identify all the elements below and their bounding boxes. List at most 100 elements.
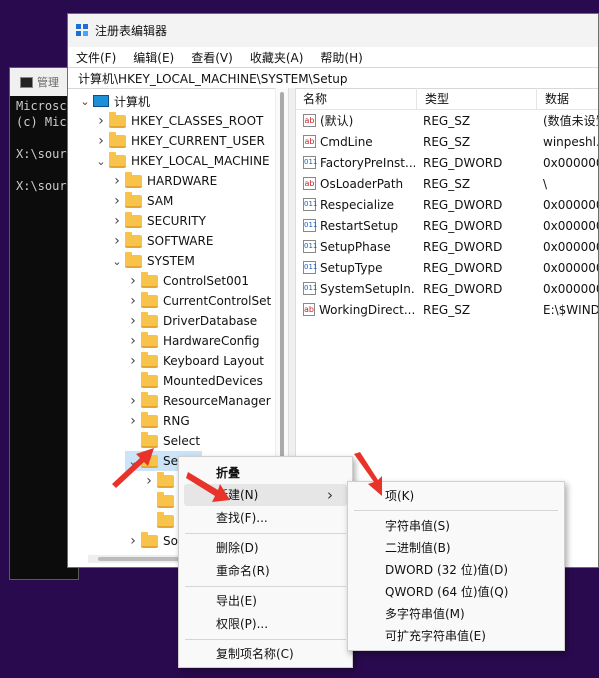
value-data: \ — [543, 176, 548, 191]
chevron-right-icon[interactable]: › — [125, 313, 141, 329]
tree-node[interactable] — [141, 511, 179, 531]
tree-node[interactable]: › SAM — [109, 191, 173, 211]
chevron-down-icon[interactable]: ⌄ — [77, 95, 93, 108]
tree-node[interactable]: › HARDWARE — [109, 171, 217, 191]
folder-icon — [141, 371, 158, 388]
chevron-right-icon[interactable]: › — [125, 293, 141, 309]
tree-node[interactable]: › CurrentControlSet — [125, 291, 271, 311]
menu-item-label: 字符串值(S) — [385, 518, 450, 533]
folder-icon — [141, 531, 158, 548]
chevron-right-icon[interactable]: › — [125, 353, 141, 369]
tree-node[interactable]: › SOFTWARE — [109, 231, 213, 251]
submenu-item[interactable]: DWORD (32 位)值(D) — [348, 558, 564, 580]
binary-value-icon: 011 — [303, 156, 317, 169]
tree-node[interactable]: › ResourceManager — [125, 391, 271, 411]
chevron-right-icon[interactable]: › — [93, 113, 109, 129]
title-bar[interactable]: 注册表编辑器 — [68, 14, 598, 47]
chevron-right-icon[interactable]: › — [125, 393, 141, 409]
column-header-data[interactable]: 数据 — [537, 88, 598, 109]
context-menu-item[interactable]: 导出(E) — [179, 590, 352, 612]
menu-item[interactable]: 查看(V) — [191, 49, 233, 66]
value-row[interactable]: 011RestartSetup REG_DWORD 0x0000000 — [295, 215, 598, 236]
tree-node[interactable]: ⌄ SYSTEM — [109, 251, 195, 271]
context-menu-item[interactable]: 重命名(R) — [179, 559, 352, 581]
menu-item-label: 多字符串值(M) — [385, 606, 465, 621]
value-row[interactable]: ab CmdLine REG_SZ winpeshl.e — [295, 131, 598, 152]
tree-node-label: HKEY_CLASSES_ROOT — [131, 114, 264, 128]
tree-node[interactable]: › SECURITY — [109, 211, 206, 231]
chevron-right-icon[interactable]: › — [125, 273, 141, 289]
context-menu-item[interactable]: 删除(D) — [179, 537, 352, 559]
value-row[interactable]: 011SystemSetupIn... REG_DWORD 0x0000000 — [295, 278, 598, 299]
value-row[interactable]: ab (默认) REG_SZ (数值未设置 — [295, 110, 598, 131]
tree-node[interactable] — [141, 491, 179, 511]
value-type: REG_SZ — [423, 302, 471, 317]
menu-item-label: 可扩充字符串值(E) — [385, 628, 486, 643]
menu-item[interactable]: 文件(F) — [76, 49, 116, 66]
tree-node-label: ResourceManager — [163, 394, 271, 408]
tree-node[interactable]: › HKEY_CURRENT_USER — [93, 131, 265, 151]
value-name-cell: 011 SetupType — [303, 257, 415, 278]
value-row[interactable]: ab OsLoaderPath REG_SZ \ — [295, 173, 598, 194]
chevron-down-icon[interactable]: ⌄ — [109, 255, 125, 268]
tree-node[interactable]: › ControlSet001 — [125, 271, 249, 291]
menu-item[interactable]: 帮助(H) — [320, 49, 362, 66]
value-row[interactable]: 011Respecialize REG_DWORD 0x0000000 — [295, 194, 598, 215]
submenu-item[interactable]: 多字符串值(M) — [348, 602, 564, 624]
value-row[interactable]: 011SetupPhase REG_DWORD 0x0000000 — [295, 236, 598, 257]
value-row[interactable]: 011FactoryPreInst... REG_DWORD 0x0000000 — [295, 152, 598, 173]
new-submenu: 项(K) 字符串值(S) 二进制值(B) DWORD (32 位)值(D) QWORD … — [347, 481, 565, 651]
tree-node[interactable]: › HardwareConfig — [125, 331, 259, 351]
submenu-item[interactable]: 二进制值(B) — [348, 536, 564, 558]
tree-node[interactable]: › Keyboard Layout — [125, 351, 264, 371]
chevron-down-icon[interactable]: ⌄ — [93, 155, 109, 168]
context-menu-item[interactable]: 权限(P)... — [179, 612, 352, 634]
chevron-right-icon[interactable]: › — [109, 173, 125, 189]
value-type: REG_DWORD — [423, 239, 503, 254]
tree-node[interactable]: MountedDevices — [125, 371, 263, 391]
folder-icon — [141, 311, 158, 328]
tree-node-label: Select — [163, 434, 201, 448]
chevron-right-icon[interactable]: › — [125, 333, 141, 349]
menu-item[interactable]: 编辑(E) — [133, 49, 174, 66]
menu-item-label: 二进制值(B) — [385, 540, 451, 555]
submenu-item[interactable]: 可扩充字符串值(E) — [348, 624, 564, 646]
context-menu-item[interactable]: 查找(F)... — [179, 506, 352, 528]
chevron-right-icon[interactable]: › — [109, 193, 125, 209]
value-name: SetupPhase — [320, 239, 391, 254]
address-bar[interactable]: 计算机\HKEY_LOCAL_MACHINE\SYSTEM\Setup — [68, 67, 598, 89]
tree-node-label: SAM — [147, 194, 174, 208]
value-name: (默认) — [320, 114, 354, 128]
value-type: REG_DWORD — [423, 281, 503, 296]
menu-item[interactable]: 收藏夹(A) — [250, 49, 304, 66]
tree-node[interactable]: › RNG — [125, 411, 190, 431]
folder-icon — [125, 251, 142, 268]
value-type: REG_DWORD — [423, 260, 503, 275]
value-data: 0x0000000 — [543, 239, 598, 254]
tree-node-label: So — [163, 534, 178, 548]
folder-icon — [141, 351, 158, 368]
chevron-right-icon[interactable]: › — [125, 533, 141, 549]
chevron-right-icon[interactable]: › — [125, 413, 141, 429]
folder-icon — [125, 211, 142, 228]
submenu-item[interactable]: QWORD (64 位)值(Q) — [348, 580, 564, 602]
chevron-right-icon[interactable]: › — [93, 133, 109, 149]
value-row[interactable]: ab WorkingDirect... REG_SZ E:\$WIND — [295, 299, 598, 320]
value-row[interactable]: 011SetupType REG_DWORD 0x0000000 — [295, 257, 598, 278]
tree-node[interactable]: ⌄ HKEY_LOCAL_MACHINE — [93, 151, 270, 171]
value-data: 0x0000000 — [543, 281, 598, 296]
chevron-right-icon[interactable]: › — [109, 213, 125, 229]
value-name: WorkingDirect... — [318, 302, 415, 317]
column-header-name[interactable]: 名称 — [295, 88, 417, 109]
submenu-item[interactable]: 字符串值(S) — [348, 514, 564, 536]
tree-node[interactable]: › DriverDatabase — [125, 311, 257, 331]
chevron-right-icon[interactable]: › — [109, 233, 125, 249]
folder-icon — [109, 151, 126, 168]
context-menu-item[interactable]: 复制项名称(C) — [179, 643, 352, 665]
tree-node[interactable]: › HKEY_CLASSES_ROOT — [93, 111, 263, 131]
folder-icon — [157, 491, 174, 508]
tree-node[interactable]: › So — [125, 531, 178, 551]
monitor-icon — [93, 95, 109, 107]
column-header-type[interactable]: 类型 — [417, 88, 537, 109]
tree-node[interactable]: ⌄ 计算机 — [77, 91, 150, 111]
